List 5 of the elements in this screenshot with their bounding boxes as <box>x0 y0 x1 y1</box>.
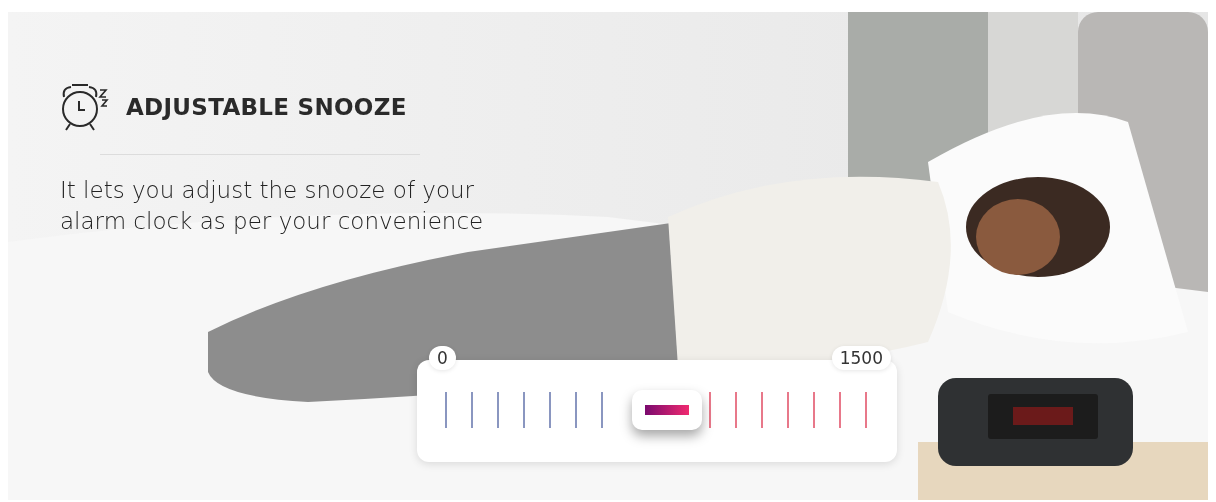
feature-description: It lets you adjust the snooze of your alarm clock as per your convenience <box>60 176 485 236</box>
slider-thumb[interactable] <box>632 390 702 430</box>
feature-title: ADJUSTABLE SNOOZE <box>126 94 407 120</box>
max-label: 1500 <box>831 346 891 370</box>
min-label: 0 <box>429 346 456 370</box>
